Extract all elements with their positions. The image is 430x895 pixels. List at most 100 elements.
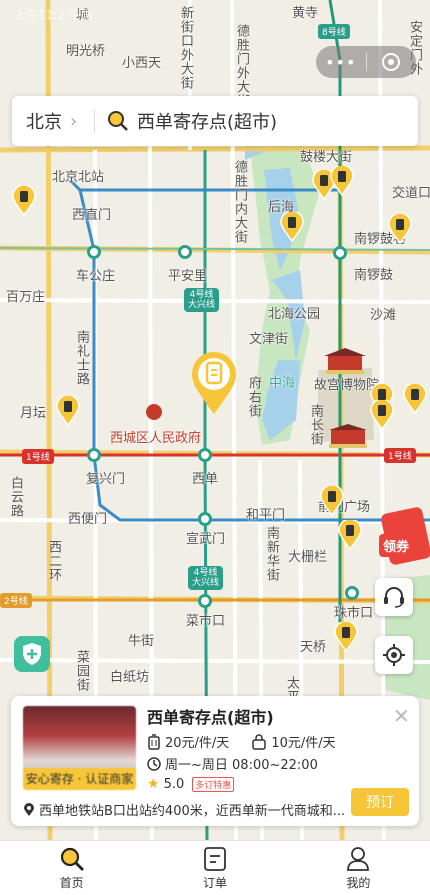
close-card-button[interactable]: ✕ xyxy=(393,704,410,728)
selected-storage-pin[interactable] xyxy=(190,352,238,416)
locate-button[interactable] xyxy=(375,636,413,674)
storage-photo: 安心寄存 · 认证商家 xyxy=(23,706,136,790)
search-input[interactable]: 西单寄存点(超市) xyxy=(95,108,277,134)
line1-badge: 1号线 xyxy=(384,448,416,463)
rating-value: 5.0 xyxy=(163,776,185,792)
station-marker[interactable] xyxy=(345,586,359,600)
customer-service-button[interactable] xyxy=(375,578,413,616)
target-icon xyxy=(382,53,401,71)
storage-pin[interactable] xyxy=(280,212,304,242)
location-pin-icon xyxy=(24,802,34,816)
star-icon: ★ xyxy=(147,776,160,792)
tab-label: 首页 xyxy=(59,875,84,890)
price-large: 20元/件/天 xyxy=(165,736,230,751)
search-bar[interactable]: 北京 › 西单寄存点(超市) xyxy=(12,96,418,146)
map-label: 菜园街 xyxy=(74,650,89,692)
clock-icon xyxy=(147,756,161,771)
tab-profile[interactable]: 我的 xyxy=(287,841,430,895)
address-row: 西单地铁站B口出站约400米，近西单新一代商城和... xyxy=(23,800,353,819)
map-label: 菜市口 xyxy=(186,614,226,629)
more-menu-button[interactable]: ••• xyxy=(316,53,366,72)
station-marker[interactable] xyxy=(198,512,212,526)
map-label: 复兴门 xyxy=(86,472,126,487)
map-label: 牛街 xyxy=(128,634,155,649)
storage-pin[interactable] xyxy=(338,520,362,550)
tab-label: 我的 xyxy=(346,875,371,890)
insurance-button[interactable] xyxy=(14,636,50,672)
map-label: 北京北站 xyxy=(52,170,105,185)
bag-icon xyxy=(252,733,267,750)
station-marker[interactable] xyxy=(87,448,101,462)
book-button[interactable]: 预订 xyxy=(351,788,409,816)
storage-pin[interactable] xyxy=(370,400,394,430)
map-label: 白云路 xyxy=(8,476,23,518)
map-label: 明光桥 xyxy=(66,44,106,59)
coupon-button[interactable]: 领券 xyxy=(377,506,430,566)
status-bar: 上午11:2 中国 xyxy=(0,0,430,30)
map-label: 西城区人民政府 xyxy=(110,431,202,446)
chevron-right-icon: › xyxy=(70,110,78,132)
storage-pin[interactable] xyxy=(320,486,344,516)
map-label: 西单 xyxy=(192,472,219,487)
map-label: 珠市口 xyxy=(334,606,374,621)
storage-pin[interactable] xyxy=(56,396,80,426)
opening-hours: 周一~周日 08:00~22:00 xyxy=(165,758,318,773)
tiananmen-icon xyxy=(325,422,371,452)
map-label: 沙滩 xyxy=(370,308,397,323)
station-marker[interactable] xyxy=(178,245,192,259)
map-label: 白纸坊 xyxy=(110,670,150,685)
hours-row: 周一~周日 08:00~22:00 xyxy=(147,754,318,773)
search-icon xyxy=(60,847,84,871)
line4-badge: 4号线 大兴线 xyxy=(184,288,220,312)
tab-home[interactable]: 首页 xyxy=(0,841,143,895)
close-miniprogram-button[interactable] xyxy=(366,52,416,72)
city-selector[interactable]: 北京 › xyxy=(12,108,94,134)
miniprogram-capsule: ••• xyxy=(316,46,416,78)
order-list-icon xyxy=(204,846,226,871)
palace-icon xyxy=(322,346,368,378)
coupon-label: 领券 xyxy=(379,534,414,557)
storage-pin[interactable] xyxy=(12,186,36,216)
map-label: 府右街 xyxy=(246,376,261,418)
map-label: 南新华街 xyxy=(264,526,279,582)
government-icon xyxy=(146,404,162,420)
search-icon xyxy=(108,111,128,131)
search-query: 西单寄存点(超市) xyxy=(137,112,278,133)
storage-detail-card[interactable]: 安心寄存 · 认证商家 西单寄存点(超市) ✕ 20元/件/天 10元/件/天 … xyxy=(11,696,419,826)
station-marker[interactable] xyxy=(198,594,212,608)
city-label: 北京 xyxy=(26,112,62,133)
storage-pin[interactable] xyxy=(330,166,354,196)
storage-pin[interactable] xyxy=(403,384,427,414)
status-carrier: 中国 xyxy=(68,8,93,22)
storage-pin[interactable] xyxy=(388,214,412,244)
certified-badge: 安心寄存 · 认证商家 xyxy=(23,768,136,790)
map-label: 中海 xyxy=(269,376,296,391)
map-label: 南锣鼓 xyxy=(354,268,394,283)
tab-orders[interactable]: 订单 xyxy=(143,841,286,895)
storage-pin[interactable] xyxy=(334,622,358,652)
shield-icon xyxy=(23,643,41,665)
user-icon xyxy=(347,846,370,871)
map-label: 月坛 xyxy=(20,406,47,421)
rating-row: ★ 5.0 多订特惠 xyxy=(147,776,235,792)
map-label: 天桥 xyxy=(300,640,327,655)
line2-badge: 2号线 xyxy=(0,593,32,608)
app-root: 城 明光桥 小西天 黄寺 北京北站 西直门 车公庄 平安里 百万庄 北海公园 文… xyxy=(0,0,430,895)
station-marker[interactable] xyxy=(333,246,347,260)
map-label: 文津街 xyxy=(249,332,289,347)
map-label: 南礼士路 xyxy=(74,330,89,386)
tab-label: 订单 xyxy=(202,875,227,890)
map-label: 交道口 xyxy=(392,186,430,201)
station-marker[interactable] xyxy=(198,448,212,462)
price-small: 10元/件/天 xyxy=(271,736,336,751)
map-label: 西便门 xyxy=(68,512,108,527)
map-label: 百万庄 xyxy=(6,290,46,305)
map-label: 南长街 xyxy=(308,404,323,446)
map-label: 西二环 xyxy=(46,540,61,582)
suitcase-icon xyxy=(148,733,160,750)
map-label: 大栅栏 xyxy=(288,550,328,565)
station-marker[interactable] xyxy=(87,245,101,259)
locate-icon xyxy=(383,644,405,666)
map-label: 和平门 xyxy=(246,508,286,523)
map-label: 西直门 xyxy=(72,208,112,223)
